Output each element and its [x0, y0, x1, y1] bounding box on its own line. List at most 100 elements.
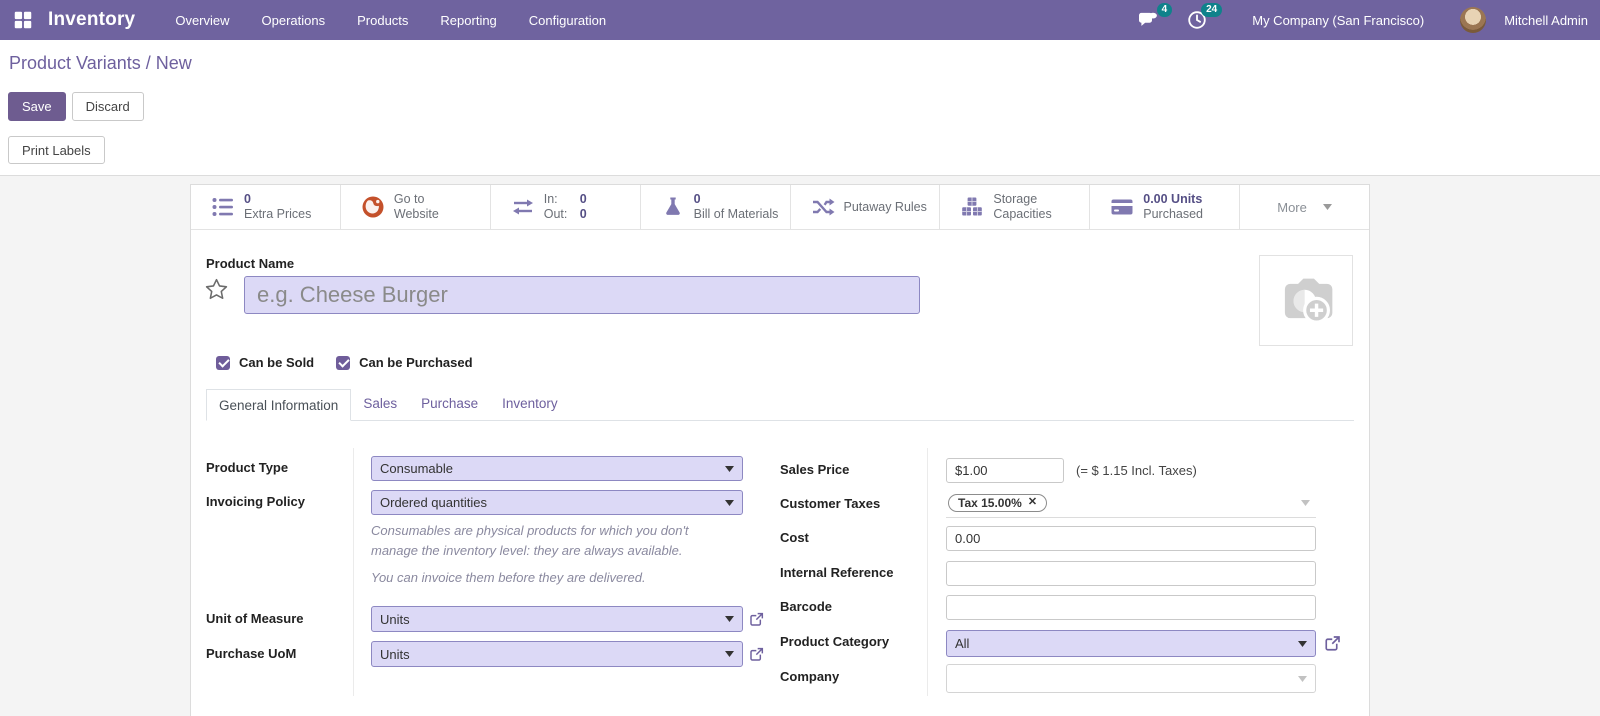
menu-reporting[interactable]: Reporting — [426, 7, 510, 34]
out-label: Out: — [543, 207, 568, 221]
chevron-down-icon — [1298, 675, 1307, 682]
app-name[interactable]: Inventory — [48, 9, 135, 31]
product-moves-button[interactable]: In: 0 Out: 0 — [490, 185, 641, 229]
product-image-upload[interactable] — [1259, 255, 1353, 346]
menu-overview[interactable]: Overview — [161, 7, 243, 34]
uom-value: Units — [380, 611, 410, 627]
user-menu[interactable]: Mitchell Admin — [1504, 13, 1588, 28]
product-type-select[interactable]: Consumable — [371, 456, 743, 481]
chevron-down-icon — [1322, 204, 1332, 210]
can-be-purchased-label: Can be Purchased — [359, 355, 473, 370]
chevron-down-icon — [725, 616, 734, 622]
company-switcher[interactable]: My Company (San Francisco) — [1252, 13, 1424, 28]
chevron-down-icon — [1298, 640, 1307, 647]
can-be-sold-label: Can be Sold — [239, 355, 315, 370]
activities-button[interactable]: 24 — [1186, 3, 1223, 31]
messages-button[interactable]: 4 — [1136, 3, 1173, 31]
chevron-down-icon — [725, 499, 734, 506]
extra-prices-count: 0 — [244, 192, 251, 206]
storage-label-line2: Capacities — [993, 207, 1052, 221]
main-menu: Overview Operations Products Reporting C… — [161, 7, 620, 34]
in-value: 0 — [579, 192, 587, 206]
shuffle-icon — [812, 198, 834, 216]
tag-remove-icon[interactable]: ✕ — [1028, 497, 1037, 508]
product-type-label: Product Type — [206, 460, 289, 475]
purchase-uom-select[interactable]: Units — [371, 641, 743, 667]
product-name-input[interactable] — [244, 276, 920, 314]
putaway-rules-button[interactable]: Putaway Rules — [790, 185, 941, 229]
extra-prices-label: Extra Prices — [244, 207, 312, 221]
purchase-uom-external-link-icon[interactable] — [749, 646, 765, 662]
storage-label-line1: Storage — [993, 192, 1038, 206]
tab-sales[interactable]: Sales — [351, 388, 409, 420]
sales-price-input[interactable] — [946, 458, 1064, 483]
cost-input[interactable] — [946, 526, 1316, 551]
bill-of-materials-button[interactable]: 0 Bill of Materials — [640, 185, 791, 229]
topbar-right: 4 24 My Company (San Francisco) Mitchell… — [1136, 3, 1588, 33]
purchase-uom-value: Units — [380, 646, 410, 662]
tax-included-note: (= $ 1.15 Incl. Taxes) — [1076, 463, 1197, 478]
product-category-select[interactable]: All — [946, 630, 1316, 657]
apps-grid-icon[interactable] — [12, 9, 34, 31]
customer-taxes-label: Customer Taxes — [780, 496, 881, 511]
company-label: Company — [780, 669, 840, 684]
product-form-sheet: 0 Extra Prices Go to Website In: 0 Out: … — [190, 184, 1370, 716]
can-be-sold-checkbox[interactable]: Can be Sold — [216, 355, 314, 370]
more-label: More — [1277, 199, 1307, 215]
chevron-down-icon — [725, 651, 734, 657]
tab-inventory[interactable]: Inventory — [490, 388, 570, 420]
globe-icon — [362, 196, 384, 218]
internal-reference-label: Internal Reference — [780, 565, 894, 580]
product-category-external-link-icon[interactable] — [1324, 634, 1342, 652]
extra-prices-button[interactable]: 0 Extra Prices — [191, 185, 341, 229]
flask-icon — [665, 197, 680, 215]
product-type-help-text: Consumables are physical products for wh… — [371, 523, 689, 558]
product-category-label: Product Category — [780, 634, 890, 649]
invoicing-policy-value: Ordered quantities — [380, 495, 487, 510]
list-icon — [212, 198, 233, 216]
stat-button-row: 0 Extra Prices Go to Website In: 0 Out: … — [191, 185, 1369, 230]
uom-select[interactable]: Units — [371, 606, 743, 632]
group-separator — [353, 448, 354, 696]
bom-count: 0 — [693, 192, 701, 206]
cubes-icon — [962, 197, 983, 216]
content-area: 0 Extra Prices Go to Website In: 0 Out: … — [0, 176, 1600, 716]
uom-external-link-icon[interactable] — [749, 611, 765, 627]
menu-operations[interactable]: Operations — [248, 7, 340, 34]
action-buttons: Print Labels — [8, 136, 105, 164]
breadcrumb[interactable]: Product Variants / New — [9, 53, 192, 74]
product-type-value: Consumable — [380, 461, 453, 476]
company-select[interactable] — [946, 664, 1316, 693]
units-purchased-button[interactable]: 0.00 Units Purchased — [1090, 185, 1241, 229]
discard-button[interactable]: Discard — [71, 92, 144, 121]
tab-purchase[interactable]: Purchase — [409, 388, 490, 420]
customer-taxes-field[interactable]: Tax 15.00% ✕ — [946, 491, 1316, 518]
barcode-input[interactable] — [946, 595, 1316, 620]
go-to-website-button[interactable]: Go to Website — [340, 185, 491, 229]
save-button[interactable]: Save — [8, 92, 66, 121]
messages-count-badge: 4 — [1156, 3, 1173, 17]
tab-general-information[interactable]: General Information — [206, 389, 352, 421]
invoicing-policy-select[interactable]: Ordered quantities — [371, 490, 743, 515]
internal-reference-input[interactable] — [946, 561, 1316, 586]
menu-products[interactable]: Products — [343, 7, 422, 34]
menu-configuration[interactable]: Configuration — [515, 7, 620, 34]
user-avatar[interactable] — [1460, 7, 1487, 33]
barcode-label: Barcode — [780, 599, 833, 614]
invoicing-help-text: You can invoice them before they are del… — [371, 570, 646, 585]
bom-label: Bill of Materials — [693, 207, 779, 221]
favorite-star-icon[interactable] — [204, 277, 229, 302]
camera-plus-icon — [1284, 278, 1333, 324]
activities-count-badge: 24 — [1201, 3, 1223, 17]
website-label-line2: Website — [393, 207, 439, 221]
storage-capacities-button[interactable]: Storage Capacities — [940, 185, 1091, 229]
invoicing-policy-label: Invoicing Policy — [206, 494, 305, 509]
can-be-purchased-checkbox[interactable]: Can be Purchased — [336, 355, 473, 370]
in-label: In: — [543, 192, 558, 206]
more-dropdown-button[interactable]: More — [1240, 185, 1369, 229]
chevron-down-icon — [725, 465, 734, 472]
print-labels-button[interactable]: Print Labels — [8, 136, 105, 164]
control-panel: Product Variants / New Save Discard Prin… — [0, 40, 1600, 176]
inventory-app-window: Inventory Overview Operations Products R… — [0, 0, 1600, 716]
credit-card-icon — [1111, 199, 1133, 215]
